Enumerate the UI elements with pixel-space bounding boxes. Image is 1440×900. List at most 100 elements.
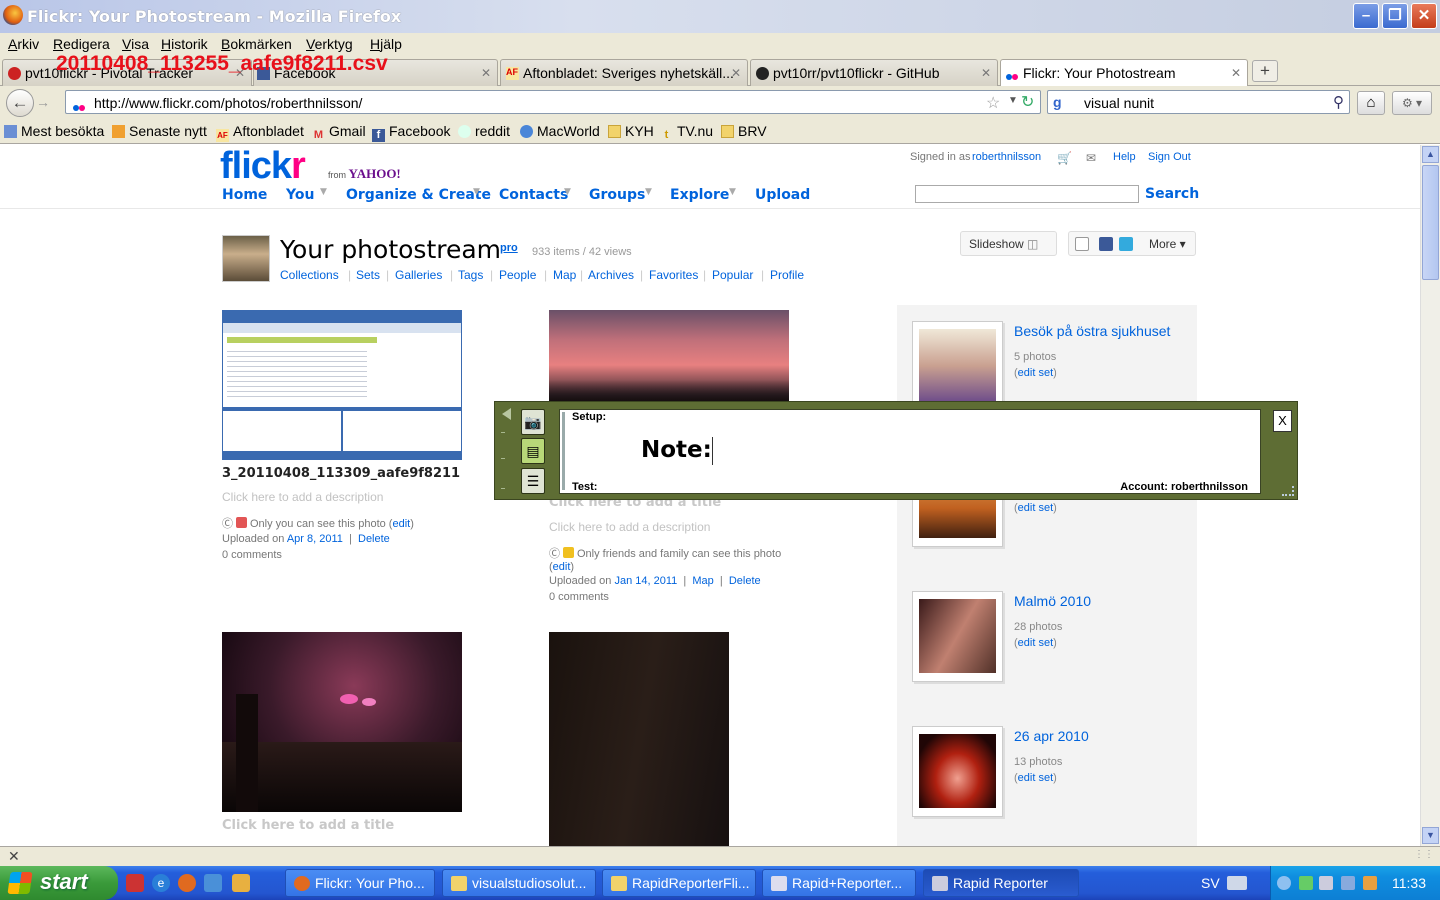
set-thumbnail[interactable] bbox=[912, 321, 1003, 412]
flickr-search-input[interactable] bbox=[915, 185, 1139, 203]
comments-link[interactable]: 0 comments bbox=[549, 591, 609, 603]
rtf-note-button[interactable]: ▤ bbox=[521, 438, 545, 464]
url-bar[interactable]: http://www.flickr.com/photos/roberthnils… bbox=[65, 90, 1041, 114]
nav-organize-create[interactable]: Organize & Create bbox=[346, 187, 491, 203]
nav-groups[interactable]: Groups bbox=[589, 187, 645, 203]
new-tab-button[interactable]: + bbox=[1252, 60, 1278, 82]
photo-thumbnail[interactable] bbox=[549, 632, 729, 846]
chevron-down-icon[interactable]: ▼ bbox=[729, 187, 736, 197]
show-desktop-icon[interactable] bbox=[232, 874, 250, 892]
pro-badge[interactable]: pro bbox=[500, 242, 518, 254]
facebook-icon[interactable] bbox=[1099, 237, 1113, 251]
subnav-collections[interactable]: Collections bbox=[280, 268, 339, 282]
subnav-sets[interactable]: Sets bbox=[356, 268, 380, 282]
search-bar[interactable]: g visual nunit ⚲ bbox=[1047, 90, 1350, 114]
resize-grip[interactable] bbox=[1282, 486, 1294, 496]
avatar[interactable] bbox=[222, 235, 270, 282]
set-thumbnail[interactable] bbox=[912, 591, 1003, 682]
taskbar-rapidreporter-folder[interactable]: RapidReporterFli... bbox=[602, 869, 756, 897]
close-button[interactable]: ✕ bbox=[1411, 3, 1437, 29]
bookmark-reddit[interactable]: reddit bbox=[458, 123, 510, 139]
flickr-logo[interactable]: flickr bbox=[220, 145, 306, 188]
tab-aftonbladet[interactable]: AF Aftonbladet: Sveriges nyhetskäll... ✕ bbox=[500, 59, 748, 86]
bookmark-macworld[interactable]: MacWorld bbox=[520, 123, 600, 139]
nav-you[interactable]: You bbox=[286, 187, 314, 203]
bookmark-mest-besokta[interactable]: Mest besökta bbox=[4, 123, 104, 139]
maximize-button[interactable]: ❐ bbox=[1382, 3, 1408, 29]
google-icon[interactable]: g bbox=[1053, 94, 1062, 110]
close-icon[interactable]: ✕ bbox=[8, 848, 20, 865]
note-panel[interactable]: Setup: Note: Test: Account: roberthnilss… bbox=[559, 409, 1261, 494]
bookmark-kyh[interactable]: KYH bbox=[608, 123, 654, 139]
edit-set-link[interactable]: edit set bbox=[1018, 772, 1053, 784]
email-icon[interactable] bbox=[1075, 237, 1089, 251]
bookmark-brv[interactable]: BRV bbox=[721, 123, 767, 139]
collapse-arrow-icon[interactable] bbox=[502, 408, 511, 420]
subnav-archives[interactable]: Archives bbox=[588, 268, 634, 282]
edit-set-link[interactable]: edit set bbox=[1018, 367, 1053, 379]
note-input[interactable] bbox=[712, 437, 713, 465]
bookmark-facebook[interactable]: f Facebook bbox=[372, 123, 450, 142]
subnav-galleries[interactable]: Galleries bbox=[395, 268, 442, 282]
nav-upload[interactable]: Upload bbox=[755, 187, 810, 203]
photo-title[interactable]: Click here to add a title bbox=[222, 818, 394, 833]
set-thumbnail[interactable] bbox=[912, 726, 1003, 817]
reload-icon[interactable]: ↻ bbox=[1021, 92, 1034, 112]
scroll-up-icon[interactable]: ▲ bbox=[1422, 146, 1439, 163]
start-button[interactable]: start bbox=[0, 866, 118, 900]
note-scrollbar[interactable] bbox=[562, 412, 565, 490]
map-link[interactable]: Map bbox=[692, 575, 713, 587]
edit-set-link[interactable]: edit set bbox=[1018, 637, 1053, 649]
language-indicator[interactable]: SV bbox=[1201, 875, 1220, 891]
edit-set-link[interactable]: edit set bbox=[1018, 502, 1053, 514]
notes-list-button[interactable]: ☰ bbox=[521, 468, 545, 494]
firefox-icon[interactable] bbox=[178, 874, 196, 892]
close-tab-icon[interactable]: ✕ bbox=[1231, 66, 1241, 80]
photo-description[interactable]: Click here to add a description bbox=[222, 490, 383, 504]
username-link[interactable]: roberthnilsson bbox=[972, 151, 1041, 163]
flickr-search-button[interactable]: Search bbox=[1145, 186, 1199, 202]
search-input[interactable]: visual nunit bbox=[1084, 95, 1154, 111]
chevron-down-icon[interactable]: ▼ bbox=[320, 187, 327, 197]
menu-verktyg[interactable]: Verktyg bbox=[306, 36, 353, 52]
set-title[interactable]: Besök på östra sjukhuset bbox=[1014, 323, 1170, 339]
subnav-popular[interactable]: Popular bbox=[712, 268, 753, 282]
menu-arkiv[interactable]: Arkiv bbox=[8, 36, 39, 52]
keyboard-icon[interactable] bbox=[1227, 876, 1247, 890]
upload-date-link[interactable]: Jan 14, 2011 bbox=[614, 575, 677, 587]
bookmark-aftonbladet[interactable]: AF Aftonbladet bbox=[216, 123, 304, 142]
nav-home[interactable]: Home bbox=[222, 187, 267, 203]
back-button[interactable]: ← bbox=[6, 89, 34, 117]
delete-link[interactable]: Delete bbox=[729, 575, 761, 587]
screenshot-button[interactable]: 📷 bbox=[521, 409, 545, 435]
subnav-favorites[interactable]: Favorites bbox=[649, 268, 698, 282]
photo-thumbnail[interactable] bbox=[222, 632, 462, 812]
chevron-down-icon[interactable]: ▼ bbox=[645, 187, 652, 197]
menu-visa[interactable]: Visa bbox=[122, 36, 149, 52]
rapid-reporter-close-button[interactable]: X bbox=[1273, 410, 1292, 432]
subnav-map[interactable]: Map bbox=[553, 268, 576, 282]
scroll-thumb[interactable] bbox=[1422, 165, 1439, 280]
subnav-tags[interactable]: Tags bbox=[458, 268, 483, 282]
chevron-down-icon[interactable]: ▼ bbox=[564, 187, 571, 197]
more-button[interactable]: More ▾ bbox=[1149, 237, 1186, 251]
nav-contacts[interactable]: Contacts bbox=[499, 187, 568, 203]
set-title[interactable]: Malmö 2010 bbox=[1014, 593, 1091, 609]
tray-chevron-icon[interactable] bbox=[1277, 876, 1291, 890]
bookmark-senaste-nytt[interactable]: Senaste nytt bbox=[112, 123, 207, 139]
outlook-icon[interactable] bbox=[204, 874, 222, 892]
bookmark-tvnu[interactable]: t TV.nu bbox=[660, 123, 713, 142]
mail-icon[interactable]: ✉ bbox=[1086, 151, 1096, 165]
slideshow-button[interactable]: Slideshow ◫ bbox=[960, 231, 1057, 256]
network-icon[interactable] bbox=[1299, 876, 1313, 890]
cart-icon[interactable]: 🛒 bbox=[1057, 151, 1072, 165]
photo-thumbnail[interactable] bbox=[222, 310, 462, 460]
addon-button[interactable]: ⚙ ▾ bbox=[1392, 91, 1432, 115]
chevron-down-icon[interactable]: ▼ bbox=[473, 187, 480, 197]
taskbar-firefox[interactable]: Flickr: Your Pho... bbox=[285, 869, 435, 897]
vertical-scrollbar[interactable]: ▲ ▼ bbox=[1420, 145, 1440, 846]
search-icon[interactable]: ⚲ bbox=[1333, 93, 1344, 111]
monitor-icon[interactable] bbox=[1319, 876, 1333, 890]
taskbar-rapid-reporter[interactable]: Rapid Reporter bbox=[923, 869, 1079, 897]
close-tab-icon[interactable]: ✕ bbox=[981, 66, 991, 80]
